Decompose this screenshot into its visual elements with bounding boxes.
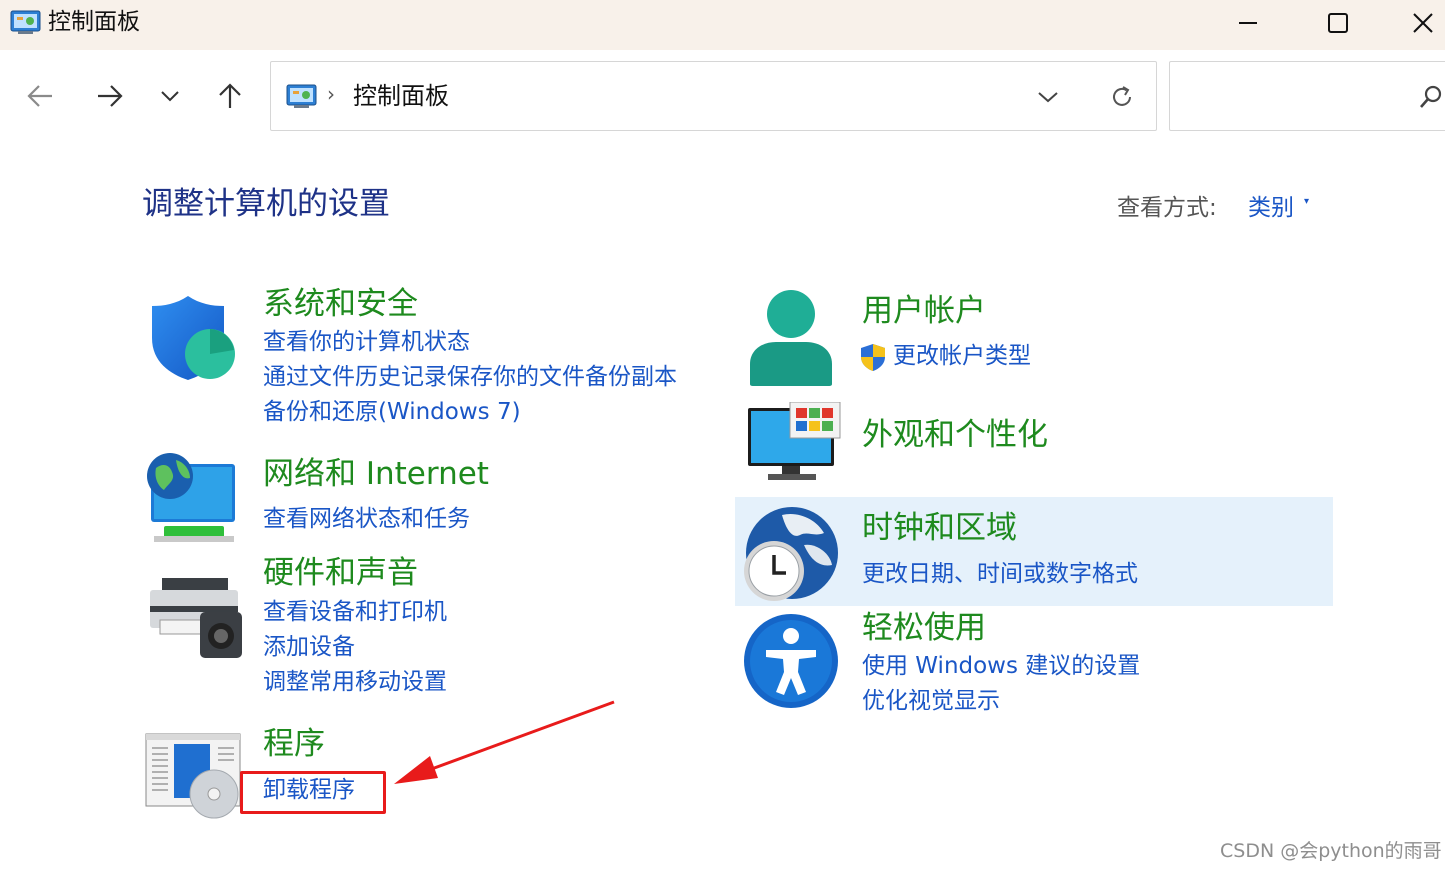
refresh-button[interactable] <box>1105 80 1139 114</box>
link-add-device[interactable]: 添加设备 <box>263 631 355 663</box>
view-by-label: 查看方式: <box>1117 195 1217 221</box>
category-title-programs[interactable]: 程序 <box>263 724 325 764</box>
address-bar[interactable]: › 控制面板 <box>270 61 1157 131</box>
page-title: 调整计算机的设置 <box>142 186 390 222</box>
category-title-hardware-sound[interactable]: 硬件和声音 <box>263 553 418 593</box>
link-recommended-settings[interactable]: 使用 Windows 建议的设置 <box>862 650 1140 682</box>
link-change-date-time-format[interactable]: 更改日期、时间或数字格式 <box>862 558 1138 590</box>
breadcrumb-item[interactable]: 控制面板 <box>353 80 449 112</box>
view-by-dropdown[interactable]: 类别 <box>1248 188 1294 222</box>
uac-shield-icon <box>861 344 885 371</box>
annotation-arrow-icon <box>394 700 615 784</box>
category-title-clock-region[interactable]: 时钟和区域 <box>862 508 1017 548</box>
link-mobility-settings[interactable]: 调整常用移动设置 <box>263 666 447 698</box>
search-box[interactable] <box>1169 61 1445 131</box>
category-title-ease-of-access[interactable]: 轻松使用 <box>862 608 986 648</box>
control-panel-icon <box>10 10 41 34</box>
search-icon <box>1420 85 1442 108</box>
minimize-icon <box>1239 22 1257 24</box>
refresh-icon <box>1113 86 1131 106</box>
link-view-devices-printers[interactable]: 查看设备和打印机 <box>263 596 447 628</box>
title-bar: 控制面板 <box>0 0 1445 50</box>
recent-locations-button[interactable] <box>152 78 188 114</box>
up-button[interactable] <box>212 78 248 114</box>
minimize-button[interactable] <box>1218 0 1278 46</box>
control-panel-icon <box>286 84 317 108</box>
shield-icon <box>152 296 235 380</box>
printer-icon <box>150 578 242 658</box>
chevron-down-icon <box>161 91 179 102</box>
accessibility-icon <box>744 614 838 708</box>
category-title-network-internet[interactable]: 网络和 Internet <box>263 454 489 494</box>
programs-icon <box>145 733 241 819</box>
annotation-red-box <box>240 771 386 814</box>
arrow-up-icon <box>219 83 241 108</box>
arrow-left-icon <box>27 85 52 107</box>
breadcrumb-separator: › <box>327 82 335 106</box>
window-title: 控制面板 <box>48 9 140 35</box>
watermark: CSDN @会python的雨哥 <box>1220 840 1442 862</box>
caret-down-icon: ▾ <box>1304 196 1310 207</box>
network-icon <box>147 453 235 542</box>
link-backup-restore[interactable]: 备份和还原(Windows 7) <box>263 396 521 428</box>
link-change-account-type[interactable]: 更改帐户类型 <box>893 340 1031 372</box>
link-optimize-visual-display[interactable]: 优化视觉显示 <box>862 685 1000 717</box>
maximize-button[interactable] <box>1308 0 1368 46</box>
arrow-right-icon <box>98 85 123 107</box>
clock-globe-icon <box>744 507 838 601</box>
appearance-icon <box>748 402 841 480</box>
link-view-network-status[interactable]: 查看网络状态和任务 <box>263 503 470 535</box>
maximize-icon <box>1328 13 1348 33</box>
category-title-system-security[interactable]: 系统和安全 <box>263 284 418 324</box>
chevron-down-icon <box>1038 92 1058 103</box>
link-view-computer-status[interactable]: 查看你的计算机状态 <box>263 326 470 358</box>
close-icon <box>1412 13 1433 33</box>
back-button[interactable] <box>22 78 58 114</box>
address-dropdown-button[interactable] <box>1033 82 1063 112</box>
category-title-user-accounts[interactable]: 用户帐户 <box>862 291 986 331</box>
category-title-appearance[interactable]: 外观和个性化 <box>862 415 1048 455</box>
search-input[interactable] <box>1180 80 1405 112</box>
link-file-history[interactable]: 通过文件历史记录保存你的文件备份副本 <box>263 361 677 393</box>
forward-button[interactable] <box>92 78 128 114</box>
user-icon <box>750 290 832 386</box>
close-button[interactable] <box>1400 0 1445 46</box>
